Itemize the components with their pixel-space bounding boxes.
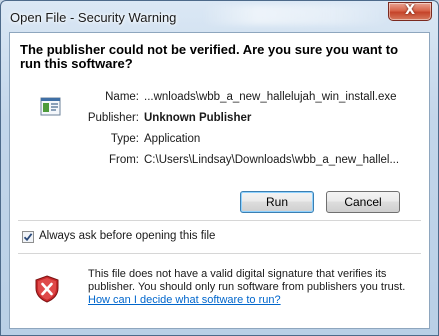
from-label: From: bbox=[108, 154, 139, 166]
warning-message: This file does not have a valid digital … bbox=[88, 268, 406, 293]
security-warning-dialog: Open File - Security Warning X The publi… bbox=[0, 0, 439, 336]
always-ask-label[interactable]: Always ask before opening this file bbox=[39, 230, 215, 242]
publisher-value: Unknown Publisher bbox=[144, 112, 252, 124]
from-value: C:\Users\Lindsay\Downloads\wbb_a_new_hal… bbox=[144, 154, 400, 166]
security-shield-x-icon bbox=[35, 275, 59, 303]
checkmark-icon bbox=[23, 233, 33, 242]
title-bar[interactable]: Open File - Security Warning X bbox=[1, 1, 438, 33]
type-value: Application bbox=[144, 133, 201, 145]
dialog-body: The publisher could not be verified. Are… bbox=[9, 32, 430, 329]
dialog-heading: The publisher could not be verified. Are… bbox=[20, 42, 399, 71]
name-label: Name: bbox=[105, 91, 139, 103]
run-button[interactable]: Run bbox=[240, 191, 314, 213]
type-label: Type: bbox=[110, 133, 139, 145]
title-bar-background-glow bbox=[201, 5, 391, 25]
separator-top bbox=[18, 220, 421, 221]
close-button[interactable]: X bbox=[388, 2, 432, 21]
cancel-button[interactable]: Cancel bbox=[326, 191, 400, 213]
window-title: Open File - Security Warning bbox=[10, 10, 177, 25]
close-icon: X bbox=[404, 3, 416, 18]
always-ask-checkbox[interactable] bbox=[22, 231, 34, 243]
name-value: ...wnloads\wbb_a_new_hallelujah_win_inst… bbox=[144, 91, 397, 103]
help-link[interactable]: How can I decide what software to run? bbox=[88, 294, 281, 306]
separator-bottom bbox=[18, 253, 421, 254]
application-file-icon bbox=[40, 97, 61, 116]
publisher-label: Publisher: bbox=[87, 112, 139, 124]
